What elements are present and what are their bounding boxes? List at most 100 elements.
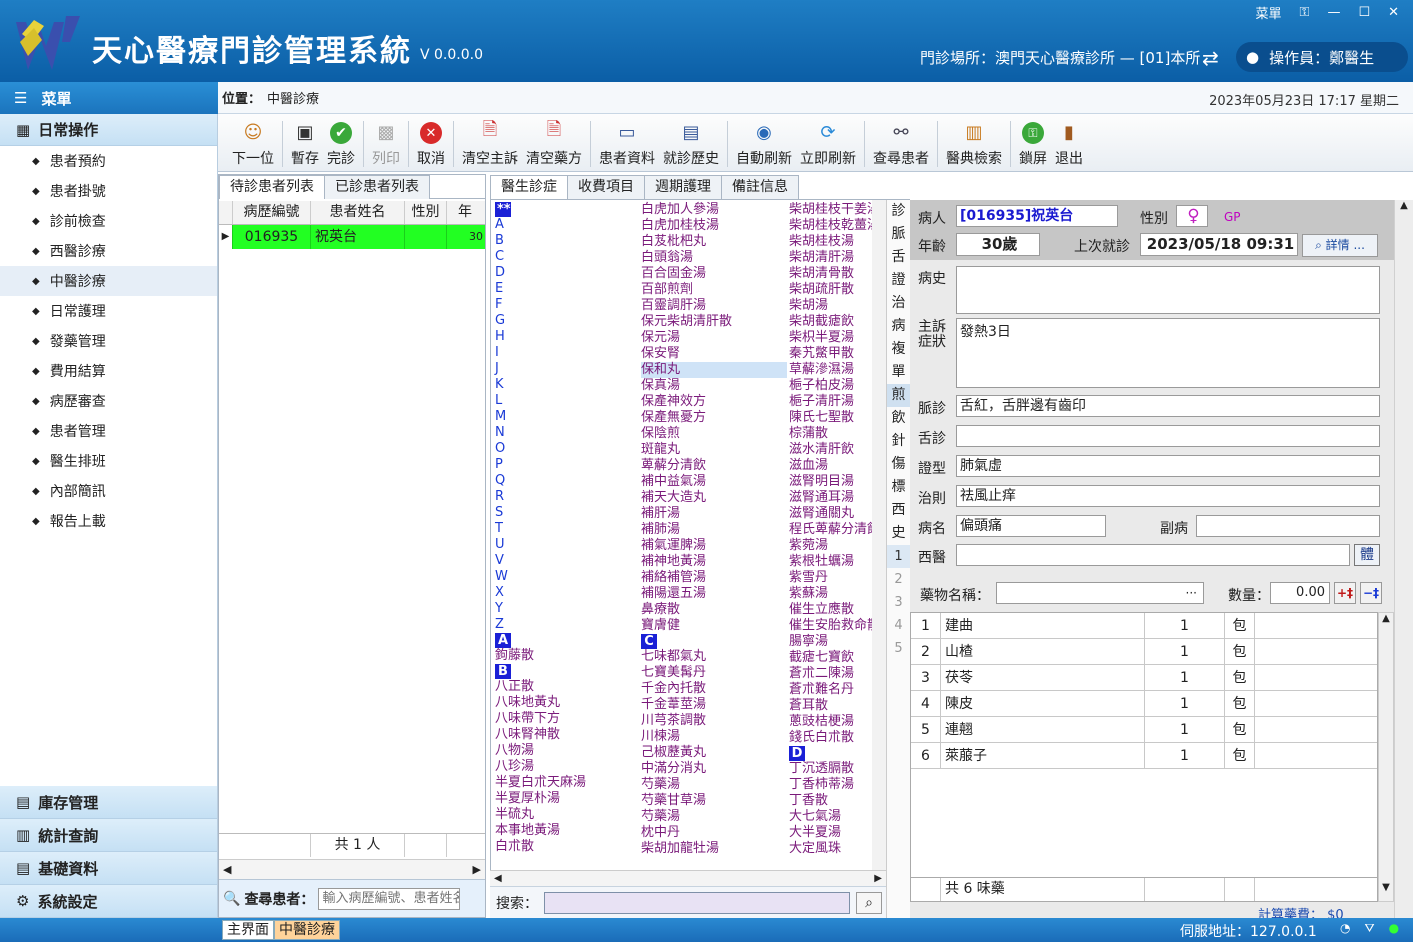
list-item[interactable]: 斑龍丸 — [641, 442, 787, 458]
close-icon[interactable]: ✕ — [1388, 5, 1399, 20]
horizontal-scrollbar[interactable]: ◀ ▶ — [219, 859, 485, 879]
medical-search-button[interactable]: ▥ 醫典檢索 — [942, 115, 1006, 171]
list-item[interactable]: 八珍湯 — [495, 759, 641, 775]
list-item[interactable]: 白朮散 — [495, 839, 641, 855]
sidebar-item-appointment[interactable]: ◆ 患者預約 — [0, 146, 217, 176]
list-item[interactable]: 八物湯 — [495, 743, 641, 759]
cancel-button[interactable]: ✕ 取消 — [413, 115, 449, 171]
sidebar-item-western[interactable]: ◆ 西醫診療 — [0, 236, 217, 266]
vertical-tab[interactable]: 飲 — [887, 407, 910, 430]
list-item[interactable]: 催生立應散 — [789, 602, 885, 618]
sidebar-section-stats[interactable]: ▥ 統計查詢 — [0, 819, 217, 852]
sidebar-section-settings[interactable]: ⚙ 系統設定 — [0, 885, 217, 918]
letter-index[interactable]: F — [495, 297, 641, 313]
list-item[interactable]: 芍藥湯 — [641, 777, 787, 793]
letter-index[interactable]: G — [495, 313, 641, 329]
scroll-left-icon[interactable]: ◀ — [223, 863, 231, 876]
list-item[interactable]: 補絡補管湯 — [641, 570, 787, 586]
list-item[interactable]: 草薢滲濕湯 — [789, 362, 885, 378]
list-item[interactable]: 芍藥湯 — [641, 809, 787, 825]
list-item[interactable]: 八味帶下方 — [495, 711, 641, 727]
vertical-tab[interactable]: 傷 — [887, 453, 910, 476]
list-item[interactable]: 蒼朮二陳湯 — [789, 666, 885, 682]
letter-index[interactable]: T — [495, 521, 641, 537]
vertical-tab[interactable]: 舌 — [887, 246, 910, 269]
vertical-tab[interactable]: 治 — [887, 292, 910, 315]
list-item[interactable]: 紫菀湯 — [789, 538, 885, 554]
list-item[interactable]: 柴胡截瘧飲 — [789, 314, 885, 330]
quantity-input[interactable]: 0.00 — [1270, 582, 1330, 604]
list-item[interactable]: 百合固金湯 — [641, 266, 787, 282]
sidebar-item-precheck[interactable]: ◆ 診前檢查 — [0, 206, 217, 236]
letter-index[interactable]: X — [495, 585, 641, 601]
letter-header[interactable]: C — [641, 634, 657, 649]
list-item[interactable]: 白虎加人參湯 — [641, 202, 787, 218]
tab-charges[interactable]: 收費項目 — [567, 175, 645, 199]
list-item[interactable]: 腸寧湯 — [789, 634, 885, 650]
sidebar-item-messages[interactable]: ◆ 內部簡訊 — [0, 476, 217, 506]
list-item[interactable]: 鼻療散 — [641, 602, 787, 618]
auto-refresh-button[interactable]: ◉ 自動刷新 — [732, 115, 796, 171]
list-item[interactable]: 補陽還五湯 — [641, 586, 787, 602]
column-header[interactable]: 性別 — [405, 201, 447, 224]
list-item[interactable]: 紫蘇湯 — [789, 586, 885, 602]
find-patient-button[interactable]: ⚯ 查尋患者 — [869, 115, 933, 171]
list-item[interactable]: 柴枳半夏湯 — [789, 330, 885, 346]
list-item[interactable]: 保陰煎 — [641, 426, 787, 442]
list-item[interactable]: 柴胡清骨散 — [789, 266, 885, 282]
formula-search-input[interactable] — [544, 891, 850, 914]
maximize-icon[interactable]: ☐ — [1358, 5, 1370, 20]
tab-main[interactable]: 主界面 — [222, 920, 274, 940]
list-item[interactable]: 保安腎 — [641, 346, 787, 362]
list-item[interactable]: 白頭翁湯 — [641, 250, 787, 266]
list-item[interactable]: 滋血湯 — [789, 458, 885, 474]
sub-disease-field[interactable] — [1196, 515, 1380, 537]
next-patient-button[interactable]: ☺ 下一位 — [228, 115, 278, 171]
letter-index[interactable]: U — [495, 537, 641, 553]
scroll-up-icon[interactable]: ▲ — [1379, 613, 1393, 624]
sidebar-item-billing[interactable]: ◆ 費用結算 — [0, 356, 217, 386]
letter-index[interactable]: M — [495, 409, 641, 425]
vertical-tab[interactable]: 複 — [887, 338, 910, 361]
sidebar-section-basedata[interactable]: ▤ 基礎資料 — [0, 852, 217, 885]
list-item[interactable]: 本事地黃湯 — [495, 823, 641, 839]
patient-info-button[interactable]: ▭ 患者資料 — [595, 115, 659, 171]
scroll-down-icon[interactable]: ▼ — [1379, 882, 1393, 893]
list-item[interactable]: 梔子柏皮湯 — [789, 378, 885, 394]
western-field[interactable] — [956, 544, 1350, 566]
sidebar-section-daily[interactable]: ▦ 日常操作 — [0, 114, 217, 146]
exit-button[interactable]: ▮ 退出 — [1051, 115, 1087, 171]
vertical-scrollbar[interactable]: ▲ — [1394, 200, 1413, 918]
vertical-page-tab[interactable]: 5 — [887, 637, 910, 660]
list-item[interactable]: 保元柴胡清肝散 — [641, 314, 787, 330]
letter-index[interactable]: K — [495, 377, 641, 393]
letter-index[interactable]: E — [495, 281, 641, 297]
search-patient-input[interactable] — [318, 887, 461, 910]
vertical-tab[interactable]: 病 — [887, 315, 910, 338]
refresh-now-button[interactable]: ⟳ 立即刷新 — [796, 115, 860, 171]
window-menu-button[interactable]: 菜單 — [1256, 3, 1282, 22]
list-item[interactable]: 百部煎劑 — [641, 282, 787, 298]
list-item[interactable]: 中滿分消丸 — [641, 761, 787, 777]
minimize-icon[interactable]: — — [1327, 5, 1340, 20]
list-item[interactable]: 秦艽鱉甲散 — [789, 346, 885, 362]
list-item[interactable]: 柴胡桂枝干姜湯 — [789, 202, 885, 218]
list-item[interactable]: 滋腎通耳湯 — [789, 490, 885, 506]
table-row[interactable]: 4 陳皮 1 包 — [911, 691, 1377, 717]
list-item[interactable]: 蔥豉桔梗湯 — [789, 714, 885, 730]
tab-completed[interactable]: 已診患者列表 — [324, 175, 430, 199]
column-header[interactable]: 年 — [447, 201, 483, 224]
list-item[interactable]: 補神地黃湯 — [641, 554, 787, 570]
list-item[interactable]: 保真湯 — [641, 378, 787, 394]
table-row[interactable]: 3 茯苓 1 包 — [911, 665, 1377, 691]
lock-screen-button[interactable]: ⚿ 鎖屏 — [1015, 115, 1051, 171]
sidebar-item-review[interactable]: ◆ 病歷審查 — [0, 386, 217, 416]
column-header[interactable]: 病歷編號 — [233, 201, 311, 224]
vertical-page-tab[interactable]: 1 — [887, 545, 910, 568]
pulse-field[interactable]: 舌紅，舌胖邊有齒印 — [956, 395, 1380, 417]
letter-header[interactable]: A — [495, 633, 511, 648]
switch-clinic-icon[interactable]: ⇄ — [1202, 46, 1219, 70]
list-item[interactable]: 錢氏白朮散 — [789, 730, 885, 746]
list-item[interactable]: 丁香柿蒂湯 — [789, 777, 885, 793]
letter-index[interactable]: Z — [495, 617, 641, 633]
